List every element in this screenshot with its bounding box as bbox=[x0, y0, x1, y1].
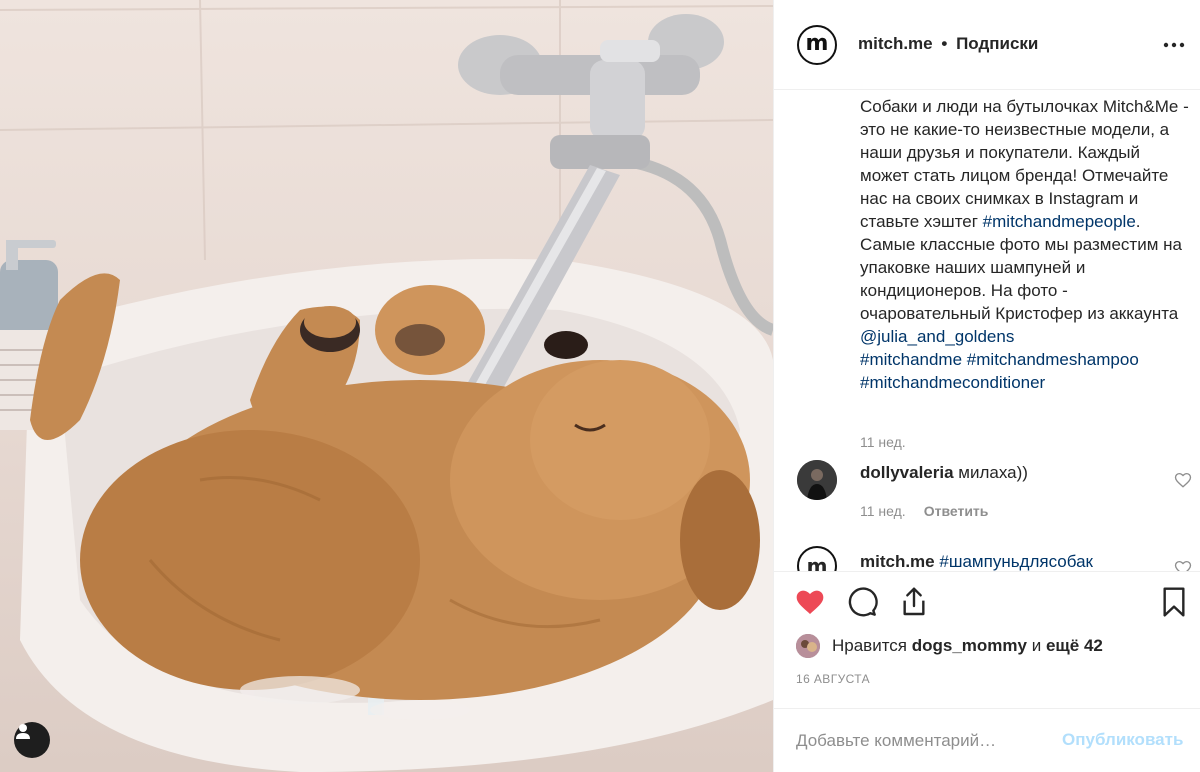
liker-username[interactable]: dogs_mommy bbox=[912, 636, 1027, 656]
comment-username[interactable]: dollyvaleria bbox=[860, 463, 954, 482]
reply-button[interactable]: Ответить bbox=[924, 503, 989, 519]
avatar-photo-icon bbox=[796, 634, 820, 658]
comment-1: dollyvaleria милаха)) bbox=[860, 463, 1028, 483]
caption-timestamp[interactable]: 11 нед. bbox=[860, 434, 906, 450]
comment-input[interactable] bbox=[796, 728, 1056, 754]
comment-timestamp[interactable]: 11 нед. bbox=[860, 503, 906, 519]
header-text: mitch.me • Подписки bbox=[858, 34, 1038, 54]
add-comment-bar: Опубликовать bbox=[774, 708, 1200, 772]
puppy-in-sink-image bbox=[0, 0, 773, 772]
comment-meta: 11 нед. Ответить bbox=[860, 503, 988, 519]
post-header: m mitch.me • Подписки bbox=[774, 0, 1200, 90]
post-photo[interactable] bbox=[0, 0, 773, 772]
more-options-icon[interactable] bbox=[1162, 33, 1186, 57]
like-heart-icon[interactable] bbox=[794, 586, 826, 618]
hashtag-link[interactable]: #mitchandmepeople bbox=[983, 212, 1136, 231]
comment-text: милаха)) bbox=[958, 463, 1028, 482]
share-icon[interactable] bbox=[898, 586, 930, 618]
caption-text-1: Собаки и люди на бутылочках Mitch&Me - э… bbox=[860, 97, 1189, 231]
comments-list[interactable]: Собаки и люди на бутылочках Mitch&Me - э… bbox=[774, 91, 1200, 571]
likes-conj: и bbox=[1031, 636, 1042, 655]
commenter-avatar[interactable]: m bbox=[797, 546, 837, 571]
likes-count[interactable]: ещё 42 bbox=[1046, 636, 1103, 656]
comment-username[interactable]: mitch.me bbox=[860, 552, 935, 571]
comment-2: mitch.me #шампуньдлясобак bbox=[860, 552, 1093, 571]
separator-dot: • bbox=[941, 34, 948, 53]
tagged-users-button[interactable] bbox=[14, 722, 50, 758]
post-date[interactable]: 16 АВГУСТА bbox=[796, 672, 870, 686]
likes-prefix: Нравится bbox=[832, 636, 908, 655]
following-button[interactable]: Подписки bbox=[956, 34, 1038, 53]
liker-avatar bbox=[796, 634, 820, 658]
comment-bubble-icon[interactable] bbox=[846, 586, 878, 618]
publish-button[interactable]: Опубликовать bbox=[1062, 730, 1183, 750]
comment-like-heart-icon[interactable] bbox=[1174, 471, 1192, 489]
bookmark-icon[interactable] bbox=[1158, 586, 1190, 618]
post-details-panel: m mitch.me • Подписки Собаки и люди на б… bbox=[773, 0, 1200, 772]
commenter-avatar[interactable] bbox=[797, 460, 837, 500]
user-icon bbox=[16, 724, 30, 739]
mention-link[interactable]: @julia_and_goldens bbox=[860, 327, 1014, 346]
post-caption: Собаки и люди на бутылочках Mitch&Me - э… bbox=[860, 95, 1190, 394]
likes-summary[interactable]: Нравится dogs_mommy и ещё 42 bbox=[796, 634, 1103, 658]
hashtag-link[interactable]: #mitchandmeconditioner bbox=[860, 373, 1045, 392]
account-name-link[interactable]: mitch.me bbox=[858, 34, 933, 53]
post-actions: Нравится dogs_mommy и ещё 42 16 АВГУСТА … bbox=[774, 571, 1200, 771]
hashtag-link[interactable]: #mitchandme bbox=[860, 350, 962, 369]
comment-like-heart-icon[interactable] bbox=[1174, 559, 1192, 571]
avatar-photo-icon bbox=[797, 460, 837, 500]
hashtag-link[interactable]: #mitchandmeshampoo bbox=[967, 350, 1139, 369]
account-avatar[interactable]: m bbox=[797, 25, 837, 65]
hashtag-link[interactable]: #шампуньдлясобак bbox=[939, 552, 1093, 571]
